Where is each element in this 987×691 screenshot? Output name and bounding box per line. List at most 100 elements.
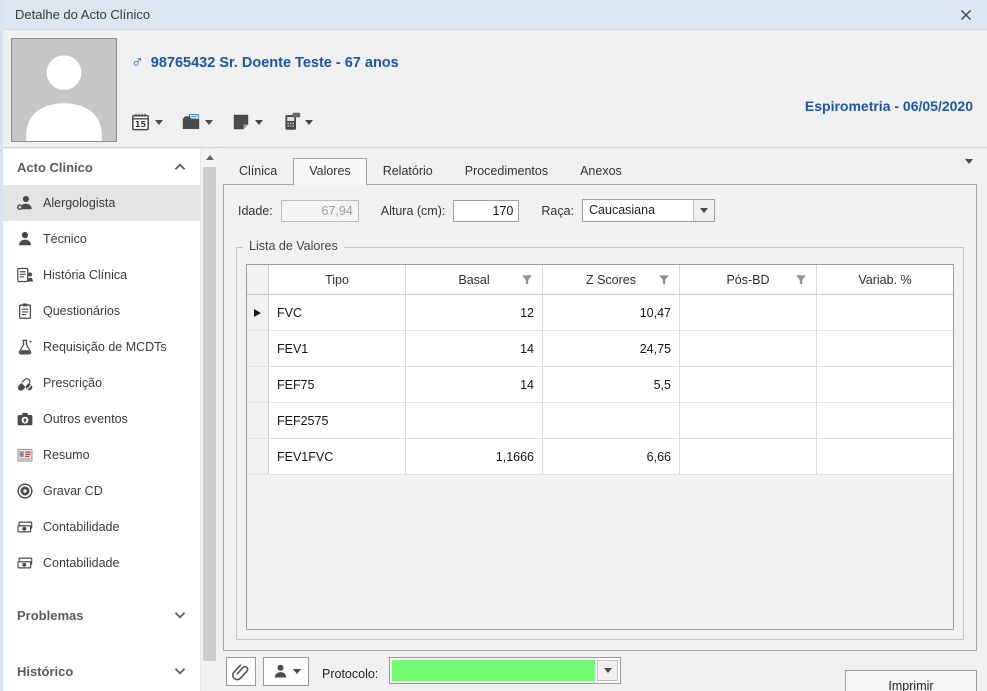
tab-clinica[interactable]: Clínica bbox=[223, 158, 293, 184]
sidebar-item-contabilidade-1[interactable]: Contabilidade bbox=[3, 509, 200, 545]
cell-tipo[interactable]: FEF75 bbox=[269, 367, 406, 402]
sms-dropdown-button[interactable] bbox=[281, 112, 313, 132]
cell-variab[interactable] bbox=[817, 439, 953, 474]
cell-tipo[interactable]: FEV1FVC bbox=[269, 439, 406, 474]
paperclip-icon bbox=[231, 662, 251, 682]
sidebar-item-questionarios[interactable]: Questionários bbox=[3, 293, 200, 329]
table-row[interactable]: FVC 12 10,47 bbox=[247, 295, 953, 331]
scrollbar-thumb[interactable] bbox=[203, 167, 216, 661]
tab-procedimentos[interactable]: Procedimentos bbox=[449, 158, 564, 184]
column-header-z-scores[interactable]: Z Scores bbox=[543, 265, 680, 294]
close-button[interactable] bbox=[955, 4, 977, 26]
row-indicator bbox=[247, 367, 269, 402]
allergist-icon bbox=[16, 194, 34, 212]
table-row[interactable]: FEF2575 bbox=[247, 403, 953, 439]
sidebar-item-label: Alergologista bbox=[43, 196, 115, 210]
table-row[interactable]: FEF75 14 5,5 bbox=[247, 367, 953, 403]
male-gender-icon: ♂ bbox=[131, 52, 144, 72]
sidebar-item-label: Outros eventos bbox=[43, 412, 128, 426]
cell-zscores[interactable]: 24,75 bbox=[543, 331, 680, 366]
sidebar-item-resumo[interactable]: Resumo bbox=[3, 437, 200, 473]
cell-basal[interactable]: 14 bbox=[406, 367, 543, 402]
cell-basal[interactable]: 14 bbox=[406, 331, 543, 366]
sidebar-item-label: Gravar CD bbox=[43, 484, 103, 498]
cell-variab[interactable] bbox=[817, 403, 953, 438]
column-header-basal[interactable]: Basal bbox=[406, 265, 543, 294]
print-folder-icon bbox=[181, 112, 201, 132]
sidebar-item-tecnico[interactable]: Técnico bbox=[3, 221, 200, 257]
values-grid: Tipo Basal Z Scores Pós-BD bbox=[246, 264, 954, 630]
chevron-down-icon bbox=[174, 667, 186, 675]
cell-zscores[interactable]: 10,47 bbox=[543, 295, 680, 330]
cell-basal[interactable] bbox=[406, 403, 543, 438]
column-header-variab[interactable]: Variab. % bbox=[817, 265, 953, 294]
table-row[interactable]: FEV1FVC 1,1666 6,66 bbox=[247, 439, 953, 475]
tab-bar: Clínica Valores Relatório Procedimentos … bbox=[223, 158, 977, 184]
dialog-title: Detalhe do Acto Clínico bbox=[15, 7, 150, 22]
cell-variab[interactable] bbox=[817, 331, 953, 366]
cell-zscores[interactable]: 5,5 bbox=[543, 367, 680, 402]
cell-tipo[interactable]: FEF2575 bbox=[269, 403, 406, 438]
cell-tipo[interactable]: FEV1 bbox=[269, 331, 406, 366]
altura-label: Altura (cm): bbox=[381, 204, 446, 218]
filter-funnel-icon[interactable] bbox=[658, 274, 670, 286]
altura-field[interactable] bbox=[453, 200, 519, 222]
sidebar-section-historico[interactable]: Histórico bbox=[3, 653, 200, 689]
person-dropdown-button[interactable] bbox=[263, 657, 309, 686]
fields-row: Idade: Altura (cm): Raça: Caucasiana bbox=[238, 199, 962, 222]
cell-basal[interactable]: 12 bbox=[406, 295, 543, 330]
cell-posbd[interactable] bbox=[680, 331, 817, 366]
tab-anexos[interactable]: Anexos bbox=[564, 158, 638, 184]
column-label: Pós-BD bbox=[726, 273, 769, 287]
sidebar-item-alergologista[interactable]: Alergologista bbox=[3, 185, 200, 221]
sidebar-scrollbar[interactable] bbox=[200, 149, 217, 691]
sidebar-section-problemas[interactable]: Problemas bbox=[3, 597, 200, 633]
cell-posbd[interactable] bbox=[680, 403, 817, 438]
tab-valores[interactable]: Valores bbox=[293, 158, 366, 185]
print-folder-dropdown-button[interactable] bbox=[181, 112, 213, 132]
raca-dropdown-button[interactable] bbox=[693, 200, 714, 221]
cell-zscores[interactable] bbox=[543, 403, 680, 438]
protocolo-combobox[interactable] bbox=[389, 657, 621, 684]
attachment-button[interactable] bbox=[226, 657, 256, 686]
tab-relatorio[interactable]: Relatório bbox=[367, 158, 449, 184]
patient-header: ♂ 98765432 Sr. Doente Teste - 67 anos Es… bbox=[3, 30, 987, 148]
chevron-down-icon bbox=[255, 120, 263, 125]
sidebar-item-contabilidade-2[interactable]: Contabilidade bbox=[3, 545, 200, 581]
cell-posbd[interactable] bbox=[680, 439, 817, 474]
raca-combobox[interactable]: Caucasiana bbox=[582, 199, 715, 222]
column-header-tipo[interactable]: Tipo bbox=[269, 265, 406, 294]
sidebar-item-label: Contabilidade bbox=[43, 520, 119, 534]
person-silhouette-icon bbox=[12, 39, 116, 141]
note-dropdown-button[interactable] bbox=[231, 112, 263, 132]
cell-posbd[interactable] bbox=[680, 295, 817, 330]
imprimir-button[interactable]: Imprimir bbox=[845, 670, 977, 691]
sidebar-item-requisicao-mcdts[interactable]: Requisição de MCDTs bbox=[3, 329, 200, 365]
exam-title: Espirometria - 06/05/2020 bbox=[805, 98, 973, 114]
sidebar-item-historia-clinica[interactable]: História Clínica bbox=[3, 257, 200, 293]
cell-zscores[interactable]: 6,66 bbox=[543, 439, 680, 474]
cell-basal[interactable]: 1,1666 bbox=[406, 439, 543, 474]
sidebar-item-gravar-cd[interactable]: Gravar CD bbox=[3, 473, 200, 509]
scrollbar-up-arrow[interactable] bbox=[201, 149, 218, 166]
current-row-arrow-icon bbox=[254, 309, 261, 317]
sidebar-item-outros-eventos[interactable]: Outros eventos bbox=[3, 401, 200, 437]
table-row[interactable]: FEV1 14 24,75 bbox=[247, 331, 953, 367]
patient-summary-line: ♂ 98765432 Sr. Doente Teste - 67 anos bbox=[131, 52, 399, 72]
sidebar-item-prescricao[interactable]: Prescrição bbox=[3, 365, 200, 401]
chevron-down-icon bbox=[305, 120, 313, 125]
cell-variab[interactable] bbox=[817, 295, 953, 330]
sidebar-section-acto-clinico[interactable]: Acto Clinico bbox=[3, 149, 200, 185]
column-header-pos-bd[interactable]: Pós-BD bbox=[680, 265, 817, 294]
row-indicator bbox=[247, 403, 269, 438]
calendar-dropdown-button[interactable] bbox=[131, 112, 163, 132]
grid-header-row: Tipo Basal Z Scores Pós-BD bbox=[247, 265, 953, 295]
cell-variab[interactable] bbox=[817, 367, 953, 402]
cell-posbd[interactable] bbox=[680, 367, 817, 402]
cell-tipo[interactable]: FVC bbox=[269, 295, 406, 330]
tab-overflow-button[interactable] bbox=[961, 158, 977, 184]
filter-funnel-icon[interactable] bbox=[521, 274, 533, 286]
protocolo-dropdown-button[interactable] bbox=[597, 660, 618, 681]
chevron-down-icon bbox=[205, 120, 213, 125]
filter-funnel-icon[interactable] bbox=[795, 274, 807, 286]
